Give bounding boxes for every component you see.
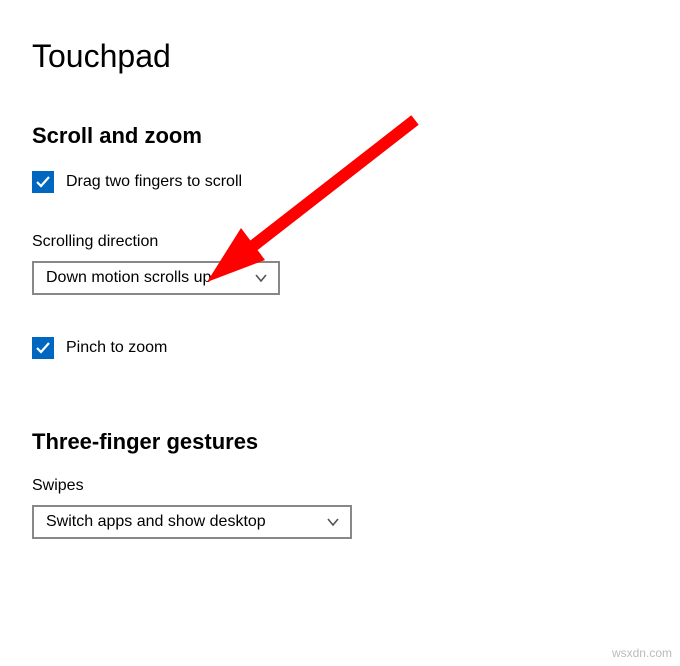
drag-two-fingers-checkbox[interactable]: [32, 171, 54, 193]
check-icon: [35, 174, 51, 190]
scrolling-direction-dropdown[interactable]: Down motion scrolls up: [32, 261, 280, 295]
pinch-zoom-label: Pinch to zoom: [66, 339, 167, 357]
scrolling-direction-value: Down motion scrolls up: [46, 269, 211, 287]
drag-two-fingers-label: Drag two fingers to scroll: [66, 173, 242, 191]
watermark: wsxdn.com: [612, 646, 672, 660]
swipes-label: Swipes: [32, 477, 648, 495]
page-title: Touchpad: [32, 38, 648, 75]
chevron-down-icon: [326, 515, 340, 529]
chevron-down-icon: [254, 271, 268, 285]
scrolling-direction-label: Scrolling direction: [32, 233, 648, 251]
section-three-finger-title: Three-finger gestures: [32, 429, 648, 455]
section-scroll-zoom-title: Scroll and zoom: [32, 123, 648, 149]
drag-two-fingers-checkbox-row[interactable]: Drag two fingers to scroll: [32, 171, 648, 193]
pinch-zoom-checkbox-row[interactable]: Pinch to zoom: [32, 337, 648, 359]
check-icon: [35, 340, 51, 356]
pinch-zoom-checkbox[interactable]: [32, 337, 54, 359]
swipes-dropdown[interactable]: Switch apps and show desktop: [32, 505, 352, 539]
swipes-value: Switch apps and show desktop: [46, 513, 266, 531]
